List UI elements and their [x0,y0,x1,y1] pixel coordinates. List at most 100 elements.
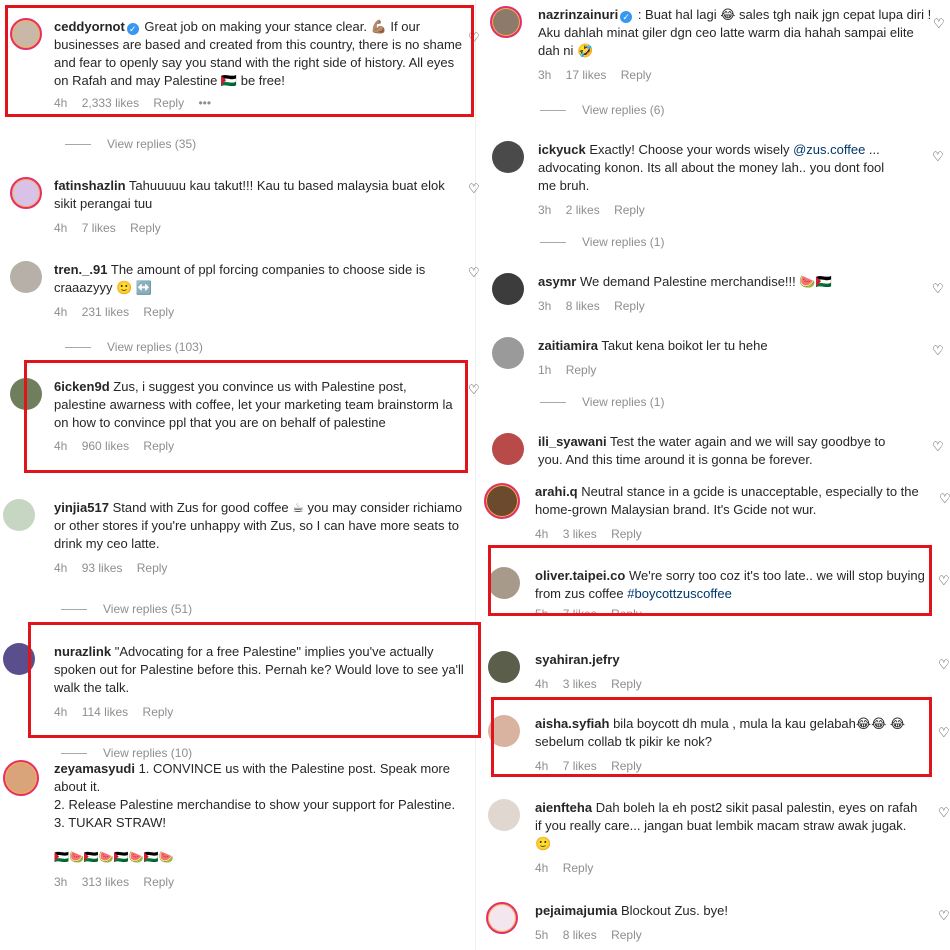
view-replies-button[interactable]: View replies (51) [61,602,192,616]
reply-button[interactable]: Reply [611,527,642,541]
avatar[interactable] [3,760,39,796]
username[interactable]: fatinshazlin [54,178,126,193]
reply-button[interactable]: Reply [130,221,161,235]
like-heart-icon[interactable]: ♡ [468,382,480,398]
username[interactable]: yinjia517 [54,500,109,515]
avatar[interactable] [488,651,520,683]
mention-link[interactable]: @zus.coffee [793,142,865,157]
like-heart-icon[interactable]: ♡ [932,343,944,359]
username[interactable]: arahi.q [535,484,578,499]
like-count[interactable]: 3 likes [563,527,597,541]
view-replies-button[interactable]: View replies (1) [540,235,664,249]
reply-button[interactable]: Reply [143,875,174,889]
avatar[interactable] [486,902,518,934]
comment-body: aienfteha Dah boleh la eh post2 sikit pa… [535,799,920,877]
view-replies-button[interactable]: View replies (1) [540,395,664,409]
username[interactable]: zaitiamira [538,338,598,353]
like-heart-icon[interactable]: ♡ [939,491,950,507]
comment-text: Blockout Zus. bye! [621,903,728,918]
highlight-box [24,360,468,473]
avatar[interactable] [490,6,522,38]
view-replies-button[interactable]: View replies (35) [65,137,196,151]
username[interactable]: zeyamasyudi [54,761,135,776]
username[interactable]: aienfteha [535,800,592,815]
like-heart-icon[interactable]: ♡ [932,439,944,455]
reply-button[interactable]: Reply [621,68,652,82]
view-replies-label: View replies (35) [107,137,197,151]
like-heart-icon[interactable]: ♡ [938,725,950,741]
like-heart-icon[interactable]: ♡ [468,265,480,281]
avatar[interactable] [492,141,524,173]
like-count[interactable]: 93 likes [82,561,123,575]
highlight-box [5,5,474,117]
comment-text: Stand with Zus for good coffee ☕ you may… [54,500,463,551]
like-heart-icon[interactable]: ♡ [933,16,945,32]
view-replies-button[interactable]: View replies (10) [61,746,192,760]
comment-body: nazrinzainuri ✓ : Buat hal lagi 😂 sales t… [538,6,933,84]
comment-body: zaitiamira Takut kena boikot ler tu hehe… [538,337,918,379]
reply-button[interactable]: Reply [143,305,174,319]
comment-text: We demand Palestine merchandise!!! 🍉🇵🇸 [579,274,832,289]
like-count[interactable]: 8 likes [563,928,597,942]
view-replies-label: View replies (1) [582,235,665,249]
username[interactable]: asymr [538,274,576,289]
comment-time: 3h [538,68,552,82]
avatar[interactable] [10,261,42,293]
like-count[interactable]: 231 likes [82,305,129,319]
like-heart-icon[interactable]: ♡ [468,181,480,197]
comment-text: Neutral stance in a gcide is unacceptabl… [535,484,919,517]
avatar[interactable] [492,337,524,369]
like-count[interactable]: 313 likes [82,875,129,889]
avatar[interactable] [484,483,520,519]
comment-text: Takut kena boikot ler tu hehe [601,338,768,353]
avatar[interactable] [488,799,520,831]
view-replies-label: View replies (10) [103,746,193,760]
view-replies-button[interactable]: View replies (103) [65,340,203,354]
comment-time: 4h [54,561,68,575]
avatar[interactable] [492,433,524,465]
reply-line [61,753,87,755]
highlight-box [28,622,481,738]
comment-body: fatinshazlin Tahuuuuu kau takut!!! Kau t… [54,177,459,237]
comment-time: 4h [535,861,549,875]
like-count[interactable]: 8 likes [566,299,600,313]
reply-button[interactable]: Reply [611,928,642,942]
reply-button[interactable]: Reply [563,861,594,875]
reply-line [540,402,566,404]
username[interactable]: syahiran.jefry [535,652,620,667]
username[interactable]: ickyuck [538,142,586,157]
like-count[interactable]: 17 likes [566,68,607,82]
like-heart-icon[interactable]: ♡ [938,573,950,589]
like-count[interactable]: 2 likes [566,203,600,217]
like-count[interactable]: 7 likes [82,221,116,235]
comment-body: syahiran.jefry 4h 3 likes Reply [535,651,930,693]
username[interactable]: tren._.91 [54,262,107,277]
comment-time: 4h [535,527,549,541]
reply-button[interactable]: Reply [611,677,642,691]
comment-body: asymr We demand Palestine merchandise!!!… [538,273,918,315]
avatar[interactable] [3,499,35,531]
like-heart-icon[interactable]: ♡ [932,281,944,297]
view-replies-label: View replies (103) [107,340,203,354]
like-heart-icon[interactable]: ♡ [932,149,944,165]
comment-body: zeyamasyudi 1. CONVINCE us with the Pale… [54,760,464,891]
reply-button[interactable]: Reply [137,561,168,575]
comment-body: ickyuck Exactly! Choose your words wisel… [538,141,893,219]
view-replies-label: View replies (1) [582,395,665,409]
reply-line [65,144,91,146]
column-divider [475,0,476,950]
username[interactable]: ili_syawani [538,434,607,449]
username[interactable]: nazrinzainuri [538,7,618,22]
like-heart-icon[interactable]: ♡ [938,908,950,924]
username[interactable]: pejaimajumia [535,903,617,918]
reply-button[interactable]: Reply [566,363,597,377]
reply-button[interactable]: Reply [614,299,645,313]
like-count[interactable]: 3 likes [563,677,597,691]
like-heart-icon[interactable]: ♡ [938,657,950,673]
reply-button[interactable]: Reply [614,203,645,217]
reply-line [65,347,91,349]
like-heart-icon[interactable]: ♡ [938,805,950,821]
view-replies-button[interactable]: View replies (6) [540,103,664,117]
avatar[interactable] [492,273,524,305]
avatar[interactable] [10,177,42,209]
